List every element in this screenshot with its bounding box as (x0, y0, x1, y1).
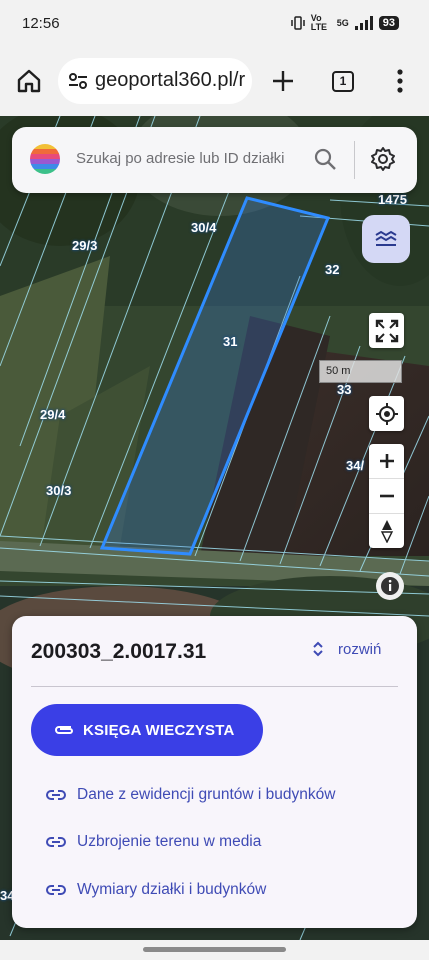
compass-button[interactable] (369, 514, 404, 548)
link-wymiary-label[interactable]: Wymiary działki i budynków (77, 881, 266, 899)
fullscreen-button[interactable] (369, 313, 404, 348)
panel-divider (31, 686, 398, 687)
compass-icon (380, 520, 393, 543)
gesture-handle[interactable] (143, 947, 286, 952)
search-divider (354, 141, 355, 179)
expand-label[interactable]: rozwiń (338, 641, 381, 658)
unfold-icon (313, 641, 323, 657)
plot-label: 1475 (378, 192, 407, 207)
plot-label: 30/3 (46, 483, 72, 498)
ksiega-wieczysta-button[interactable]: KSIĘGA WIECZYSTA (31, 704, 263, 756)
layers-button[interactable] (362, 215, 410, 263)
more-vert-icon[interactable] (390, 68, 410, 94)
link-ewidencja-label[interactable]: Dane z ewidencji gruntów i budynków (77, 786, 335, 804)
battery-level: 93 (378, 16, 399, 30)
zoom-in-icon (379, 454, 394, 468)
my-location-icon (375, 402, 398, 425)
status-icons: Vo LTE 5G 93 (290, 13, 399, 32)
zoom-controls (369, 444, 404, 548)
link-icon (46, 885, 66, 895)
search-bar[interactable]: Szukaj po adresie lub ID działki (12, 127, 417, 193)
signal-label: 5G (336, 18, 349, 28)
map-scale: 50 m (319, 360, 402, 383)
plot-label: 33 (337, 382, 352, 397)
info-icon (381, 577, 399, 595)
tabs-icon[interactable]: 1 (332, 71, 354, 92)
info-button[interactable] (376, 572, 404, 600)
ksiega-wieczysta-label[interactable]: KSIĘGA WIECZYSTA (83, 722, 235, 739)
my-location-button[interactable] (369, 396, 404, 431)
link-ewidencja[interactable]: Dane z ewidencji gruntów i budynków (46, 786, 335, 804)
plus-icon[interactable] (270, 68, 296, 94)
plot-label: 30/4 (191, 220, 217, 235)
browser-toolbar: geoportal360.pl/r 1 (0, 48, 429, 116)
expand-button[interactable]: rozwiń (312, 640, 381, 658)
status-time: 12:56 (22, 15, 60, 32)
link-uzbrojenie-label[interactable]: Uzbrojenie terenu w media (77, 833, 261, 851)
plot-label: 29/4 (40, 407, 66, 422)
status-bar: 12:56 Vo LTE 5G 93 (0, 0, 429, 48)
zoom-in-button[interactable] (369, 444, 404, 479)
link-uzbrojenie[interactable]: Uzbrojenie terenu w media (46, 833, 261, 851)
address-bar[interactable]: geoportal360.pl/r (58, 58, 252, 104)
plot-label: 32 (325, 262, 340, 277)
url-text[interactable]: geoportal360.pl/r (95, 69, 245, 92)
network-label: Vo LTE (310, 13, 328, 32)
gear-icon[interactable] (370, 146, 396, 172)
fullscreen-icon (375, 319, 398, 342)
parcel-id: 200303_2.0017.31 (31, 640, 207, 663)
plot-label: 34/ (346, 458, 365, 473)
plot-label: 29/3 (72, 238, 98, 253)
signal-icon (354, 16, 373, 30)
search-input[interactable]: Szukaj po adresie lub ID działki (76, 150, 284, 167)
tune-icon[interactable] (67, 70, 89, 92)
zoom-out-button[interactable] (369, 479, 404, 514)
link-wymiary[interactable]: Wymiary działki i budynków (46, 881, 266, 899)
plot-label: 31 (223, 334, 238, 349)
attach-icon (55, 726, 73, 734)
rainbow-logo-icon[interactable] (30, 144, 60, 174)
parcel-panel: 200303_2.0017.31 rozwiń KSIĘGA WIECZYSTA… (12, 616, 417, 928)
link-icon (46, 790, 66, 800)
system-nav-bar (0, 940, 429, 960)
zoom-out-icon (379, 494, 394, 498)
home-icon[interactable] (16, 68, 42, 94)
vibrate-icon (290, 16, 305, 30)
link-icon (46, 837, 66, 847)
layers-icon (375, 230, 397, 246)
search-icon[interactable] (313, 147, 337, 171)
